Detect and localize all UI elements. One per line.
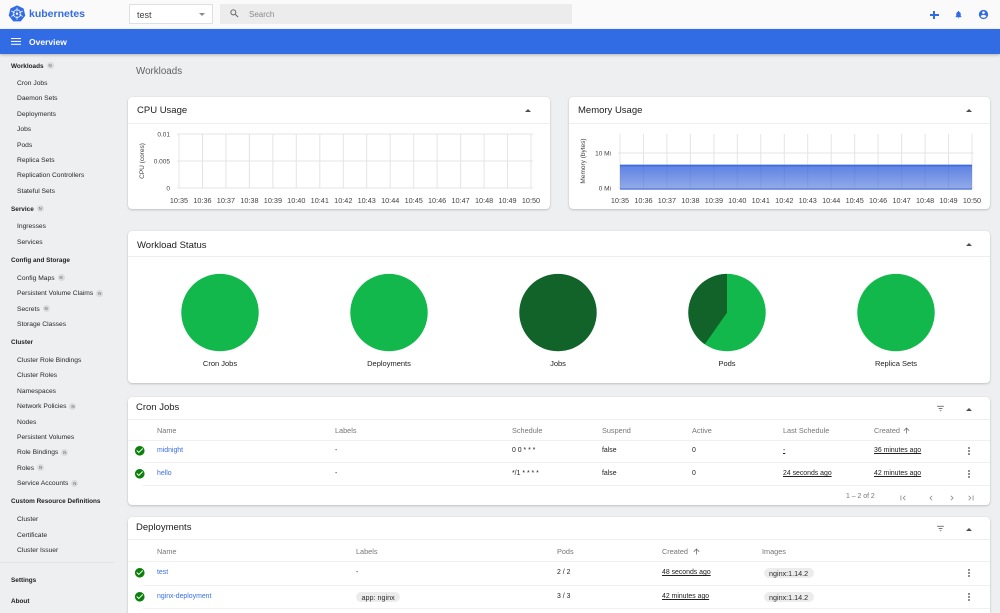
svg-text:10:43: 10:43 <box>358 196 376 205</box>
svg-text:10:44: 10:44 <box>381 196 399 205</box>
svg-text:Memory (bytes): Memory (bytes) <box>580 138 587 183</box>
svg-text:10:49: 10:49 <box>939 196 957 205</box>
svg-text:10:37: 10:37 <box>658 196 676 205</box>
svg-text:10:48: 10:48 <box>916 196 934 205</box>
svg-text:10:40: 10:40 <box>287 196 305 205</box>
svg-text:10:41: 10:41 <box>752 196 770 205</box>
svg-text:10:42: 10:42 <box>334 196 352 205</box>
svg-text:10:47: 10:47 <box>451 196 469 205</box>
svg-text:10:36: 10:36 <box>193 196 211 205</box>
svg-text:10:44: 10:44 <box>822 196 840 205</box>
svg-text:10:43: 10:43 <box>799 196 817 205</box>
svg-text:10:37: 10:37 <box>217 196 235 205</box>
svg-text:10:46: 10:46 <box>428 196 446 205</box>
svg-text:10 Mi: 10 Mi <box>595 151 611 158</box>
svg-text:10:47: 10:47 <box>892 196 910 205</box>
svg-text:10:38: 10:38 <box>681 196 699 205</box>
svg-text:10:49: 10:49 <box>498 196 516 205</box>
svg-text:0 Mi: 0 Mi <box>599 186 611 193</box>
svg-text:10:50: 10:50 <box>522 196 540 205</box>
svg-text:10:46: 10:46 <box>869 196 887 205</box>
svg-text:10:48: 10:48 <box>475 196 493 205</box>
svg-text:10:45: 10:45 <box>405 196 423 205</box>
svg-text:10:36: 10:36 <box>634 196 652 205</box>
svg-text:10:39: 10:39 <box>705 196 723 205</box>
svg-text:0: 0 <box>166 186 170 193</box>
svg-text:10:50: 10:50 <box>963 196 981 205</box>
svg-text:0.005: 0.005 <box>154 159 171 166</box>
svg-text:CPU (cores): CPU (cores) <box>139 143 146 179</box>
svg-text:10:45: 10:45 <box>846 196 864 205</box>
svg-text:10:35: 10:35 <box>170 196 188 205</box>
svg-text:10:42: 10:42 <box>775 196 793 205</box>
svg-text:10:39: 10:39 <box>264 196 282 205</box>
svg-text:10:35: 10:35 <box>611 196 629 205</box>
svg-text:10:41: 10:41 <box>311 196 329 205</box>
svg-text:10:38: 10:38 <box>240 196 258 205</box>
svg-text:10:40: 10:40 <box>728 196 746 205</box>
svg-text:0.01: 0.01 <box>157 132 170 139</box>
